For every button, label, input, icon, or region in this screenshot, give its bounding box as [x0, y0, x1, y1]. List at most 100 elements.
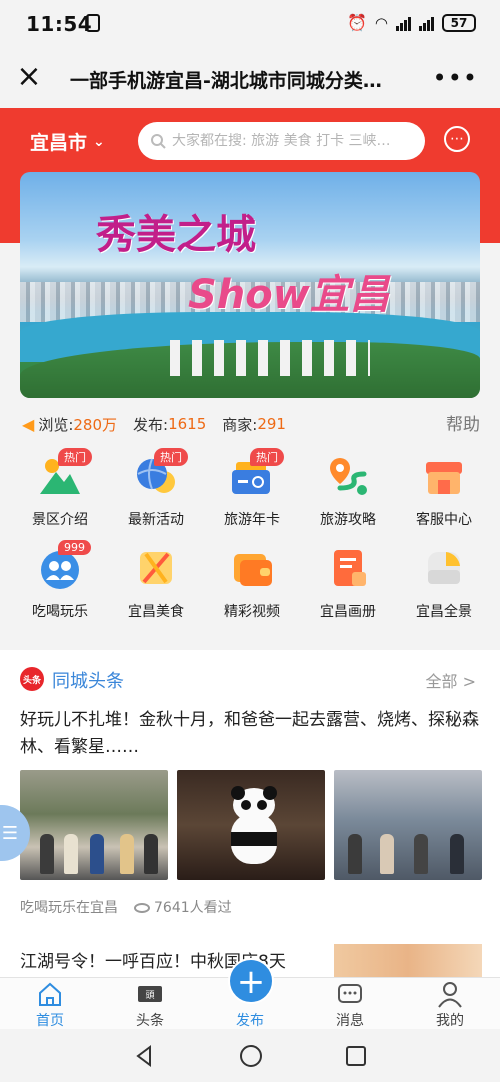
svg-text:頭: 頭 — [145, 990, 154, 1001]
tab-label: 首页 — [36, 1013, 64, 1029]
grid-label: 精彩视频 — [224, 604, 280, 620]
grid-item-scenic[interactable]: 热门 景区介绍 — [12, 448, 108, 532]
photo-figure — [380, 834, 394, 874]
grid-item-videos[interactable]: 精彩视频 — [204, 540, 300, 624]
close-icon[interactable]: × — [16, 62, 42, 92]
speaker-icon: ◀ — [22, 414, 35, 434]
plus-icon[interactable]: + — [228, 958, 274, 1004]
views-count: 280万 — [73, 415, 118, 434]
grid-label: 旅游年卡 — [224, 512, 280, 528]
news-meta: 吃喝玩乐在宜昌 7641人看过 — [20, 897, 232, 917]
cutlery-icon — [140, 552, 172, 584]
system-navigation — [0, 1029, 500, 1082]
hot-badge: 热门 — [154, 448, 188, 466]
news-photo-1[interactable] — [20, 770, 168, 880]
news-views: 7641人看过 — [134, 897, 232, 917]
tab-label: 头条 — [136, 1013, 164, 1029]
search-bar[interactable] — [138, 122, 425, 160]
signal-5g-icon — [396, 15, 411, 31]
photo-figure — [144, 834, 158, 874]
tab-home[interactable]: 首页 — [0, 978, 100, 1030]
search-icon — [151, 134, 166, 149]
posts-count: 1615 — [168, 415, 207, 433]
eye-icon — [134, 903, 150, 913]
news-headline-2[interactable]: 江湖号令！一呼百应！中秋国庆8天 — [20, 947, 320, 972]
more-options-icon[interactable]: ••• — [433, 64, 478, 92]
news-thumb-2[interactable] — [334, 944, 482, 978]
hot-badge: 热门 — [58, 448, 92, 466]
panorama-icon — [428, 552, 460, 584]
news-source: 吃喝玩乐在宜昌 — [20, 900, 118, 916]
grid-label: 客服中心 — [416, 512, 472, 528]
document-icon — [334, 550, 366, 586]
grid-item-panorama[interactable]: 宜昌全景 — [396, 540, 492, 624]
nfc-icon — [86, 14, 100, 32]
panda-figure — [225, 786, 283, 864]
grid-item-album[interactable]: 宜昌画册 — [300, 540, 396, 624]
view-all-link[interactable]: 全部 > — [426, 668, 477, 692]
home-circle-icon[interactable] — [240, 1045, 262, 1067]
help-link[interactable]: 帮助 — [446, 410, 480, 435]
photo-figure — [64, 834, 78, 874]
grid-label: 旅游攻略 — [320, 512, 376, 528]
news-headline[interactable]: 好玩儿不扎堆！金秋十月，和爸爸一起去露营、烧烤、探秘森林、看繁星…… — [20, 707, 480, 761]
status-indicators: ⏰ ◠ 57 — [347, 13, 476, 32]
headline-icon: 頭 — [138, 986, 162, 1002]
photo-figure — [348, 834, 362, 874]
wifi-icon: ◠ — [374, 13, 388, 32]
home-icon — [39, 982, 61, 1006]
message-icon — [338, 984, 362, 1003]
grid-label: 宜昌全景 — [416, 604, 472, 620]
count-badge: 999 — [58, 540, 91, 555]
tab-label: 发布 — [236, 1013, 264, 1029]
grid-item-annual-card[interactable]: 热门 旅游年卡 — [204, 448, 300, 532]
views-label: 浏览: — [38, 415, 74, 434]
grid-item-guide[interactable]: 旅游攻略 — [300, 448, 396, 532]
stats-row: ◀ 浏览: 280万 发布: 1615 商家: 291 — [22, 412, 482, 436]
tab-label: 我的 — [436, 1013, 464, 1029]
message-bubble-icon[interactable]: ⋯ — [444, 126, 470, 152]
grid-label: 宜昌画册 — [320, 604, 376, 620]
city-name: 宜昌市 — [30, 132, 88, 154]
hot-badge: 热门 — [250, 448, 284, 466]
banner-slogan: 秀美之城 — [96, 211, 256, 258]
wallet-icon — [234, 554, 272, 586]
grid-label: 吃喝玩乐 — [32, 604, 88, 620]
news-photo-2[interactable] — [177, 770, 325, 880]
headline-badge-icon: 头条 — [20, 667, 44, 691]
tab-profile[interactable]: 我的 — [400, 978, 500, 1030]
grid-label: 最新活动 — [128, 512, 184, 528]
page-title: 一部手机游宜昌-湖北城市同城分类… — [70, 70, 382, 92]
posts-label: 发布: — [133, 415, 169, 434]
grid-item-entertainment[interactable]: 999 吃喝玩乐 — [12, 540, 108, 624]
hero-banner[interactable]: 秀美之城 Show宜昌 — [20, 172, 480, 398]
tab-headlines[interactable]: 頭 头条 — [100, 978, 200, 1030]
recent-apps-icon[interactable] — [346, 1046, 366, 1066]
title-bar: × 一部手机游宜昌-湖北城市同城分类… ••• — [0, 50, 500, 108]
search-input[interactable] — [172, 133, 412, 149]
battery-icon: 57 — [442, 13, 476, 32]
photo-figure — [414, 834, 428, 874]
grid-item-service[interactable]: 客服中心 — [396, 448, 492, 532]
banner-show-text: Show宜昌 — [188, 272, 390, 318]
tab-messages[interactable]: 消息 — [300, 978, 400, 1030]
photo-figure — [90, 834, 104, 874]
city-selector[interactable]: 宜昌市 ⌄ — [30, 128, 105, 155]
news-photo-3[interactable] — [334, 770, 482, 880]
user-icon — [438, 982, 462, 1008]
merchants-count: 291 — [257, 415, 286, 433]
chevron-down-icon: ⌄ — [93, 133, 105, 150]
grid-item-food[interactable]: 宜昌美食 — [108, 540, 204, 624]
grid-label: 宜昌美食 — [128, 604, 184, 620]
news-views-count: 7641人看过 — [154, 900, 232, 916]
grid-item-events[interactable]: 热门 最新活动 — [108, 448, 204, 532]
grid-label: 景区介绍 — [32, 512, 88, 528]
alarm-icon: ⏰ — [346, 13, 367, 32]
banner-towers — [170, 340, 370, 376]
photo-figure — [120, 834, 134, 874]
back-icon[interactable] — [134, 1045, 154, 1067]
news-section-title: 同城头条 — [52, 671, 124, 692]
section-divider — [0, 636, 500, 650]
merchants-label: 商家: — [222, 415, 258, 434]
route-pin-icon — [330, 458, 367, 495]
